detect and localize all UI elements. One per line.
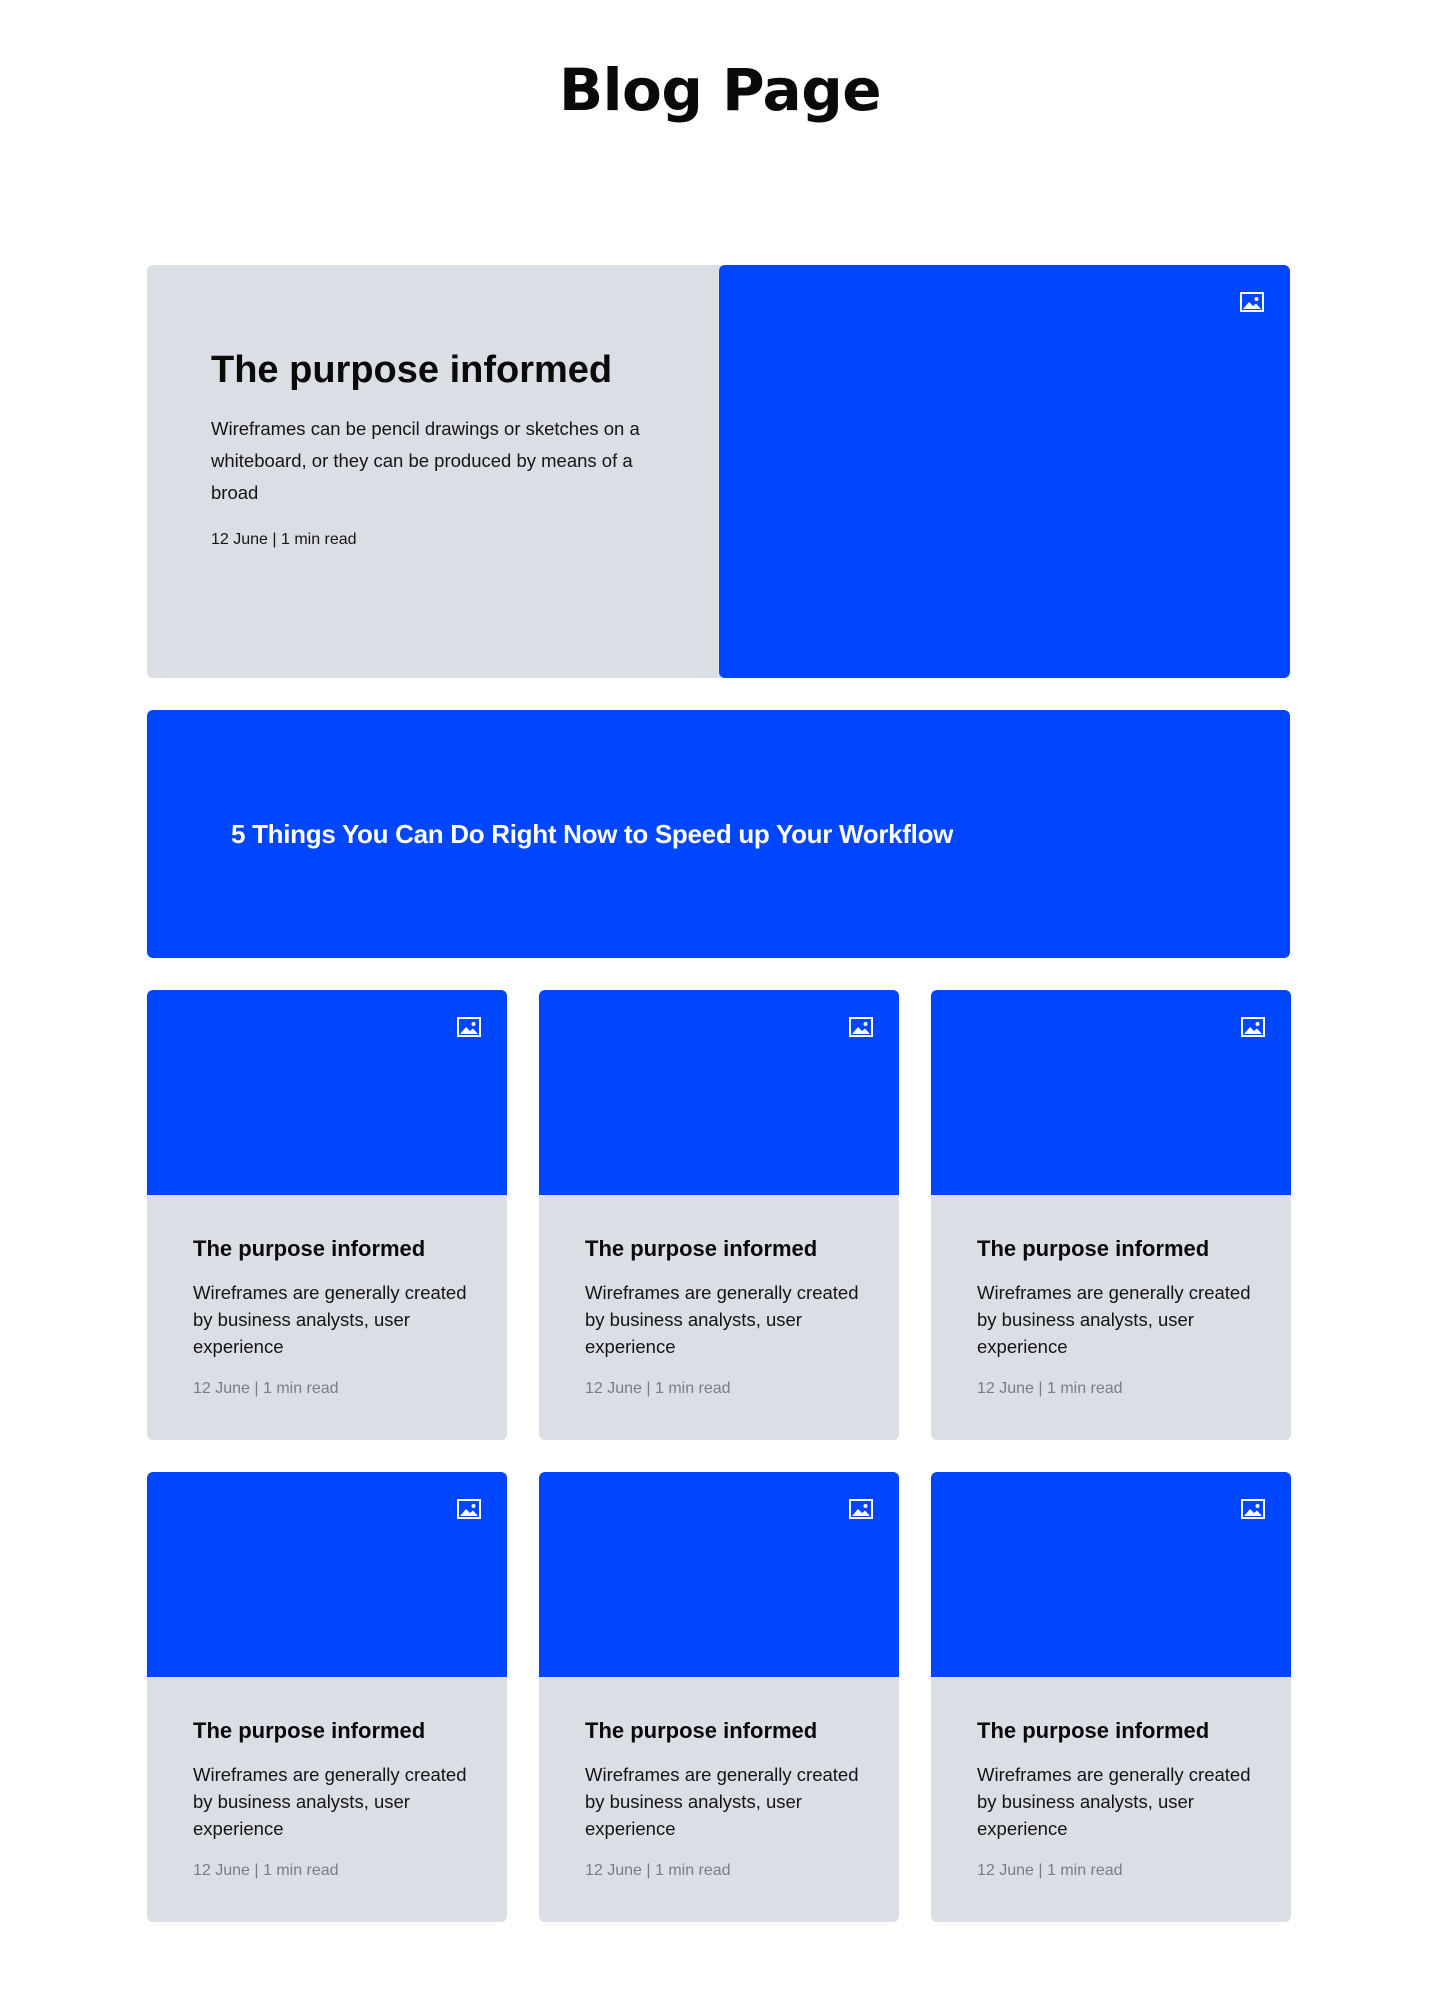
post-card[interactable]: The purpose informed Wireframes are gene…	[931, 990, 1291, 1440]
post-card-meta: 12 June | 1 min read	[977, 1380, 1123, 1397]
blog-content: The purpose informed Wireframes can be p…	[147, 265, 1291, 1922]
page-title: Blog Page	[558, 56, 882, 124]
post-card-meta: 12 June | 1 min read	[193, 1380, 339, 1397]
post-card-description: Wireframes are generally created by busi…	[977, 1282, 1251, 1357]
workflow-banner[interactable]: 5 Things You Can Do Right Now to Speed u…	[147, 710, 1290, 958]
post-card[interactable]: The purpose informed Wireframes are gene…	[539, 1472, 899, 1922]
post-card-body: The purpose informed Wireframes are gene…	[931, 1195, 1291, 1400]
post-card[interactable]: The purpose informed Wireframes are gene…	[931, 1472, 1291, 1922]
banner-title[interactable]: 5 Things You Can Do Right Now to Speed u…	[231, 817, 953, 851]
image-icon	[1241, 1499, 1265, 1519]
post-card-title[interactable]: The purpose informed	[193, 1717, 467, 1745]
post-card-title[interactable]: The purpose informed	[585, 1235, 859, 1263]
post-card-body: The purpose informed Wireframes are gene…	[147, 1195, 507, 1400]
image-icon	[849, 1499, 873, 1519]
post-card-description: Wireframes are generally created by busi…	[193, 1282, 467, 1357]
image-icon	[457, 1499, 481, 1519]
featured-post[interactable]: The purpose informed Wireframes can be p…	[147, 265, 1290, 678]
post-card-meta: 12 June | 1 min read	[585, 1862, 731, 1879]
featured-post-meta: 12 June | 1 min read	[211, 531, 357, 548]
post-grid: The purpose informed Wireframes are gene…	[147, 990, 1291, 1922]
post-card-image[interactable]	[931, 1472, 1291, 1677]
post-card-description: Wireframes are generally created by busi…	[585, 1764, 859, 1839]
image-icon	[1241, 1017, 1265, 1037]
post-card-description: Wireframes are generally created by busi…	[193, 1764, 467, 1839]
post-card[interactable]: The purpose informed Wireframes are gene…	[147, 1472, 507, 1922]
post-card-image[interactable]	[931, 990, 1291, 1195]
post-card-title[interactable]: The purpose informed	[193, 1235, 467, 1263]
post-card-meta: 12 June | 1 min read	[977, 1862, 1123, 1879]
post-card[interactable]: The purpose informed Wireframes are gene…	[539, 990, 899, 1440]
image-icon	[1240, 292, 1264, 312]
post-card-meta: 12 June | 1 min read	[193, 1862, 339, 1879]
post-card-body: The purpose informed Wireframes are gene…	[539, 1677, 899, 1882]
post-card-image[interactable]	[147, 990, 507, 1195]
post-card-body: The purpose informed Wireframes are gene…	[539, 1195, 899, 1400]
post-card-image[interactable]	[147, 1472, 507, 1677]
post-card-title[interactable]: The purpose informed	[977, 1717, 1251, 1745]
post-card-image[interactable]	[539, 990, 899, 1195]
post-card-image[interactable]	[539, 1472, 899, 1677]
post-card-body: The purpose informed Wireframes are gene…	[931, 1677, 1291, 1882]
post-card-description: Wireframes are generally created by busi…	[977, 1764, 1251, 1839]
post-card-title[interactable]: The purpose informed	[977, 1235, 1251, 1263]
post-card-meta: 12 June | 1 min read	[585, 1380, 731, 1397]
image-icon	[457, 1017, 481, 1037]
featured-post-description: Wireframes can be pencil drawings or ske…	[211, 418, 640, 503]
featured-post-text: The purpose informed Wireframes can be p…	[147, 265, 719, 678]
featured-post-image[interactable]	[719, 265, 1290, 678]
post-card-title[interactable]: The purpose informed	[585, 1717, 859, 1745]
post-card[interactable]: The purpose informed Wireframes are gene…	[147, 990, 507, 1440]
featured-post-title[interactable]: The purpose informed	[211, 347, 659, 393]
post-card-body: The purpose informed Wireframes are gene…	[147, 1677, 507, 1882]
image-icon	[849, 1017, 873, 1037]
post-card-description: Wireframes are generally created by busi…	[585, 1282, 859, 1357]
